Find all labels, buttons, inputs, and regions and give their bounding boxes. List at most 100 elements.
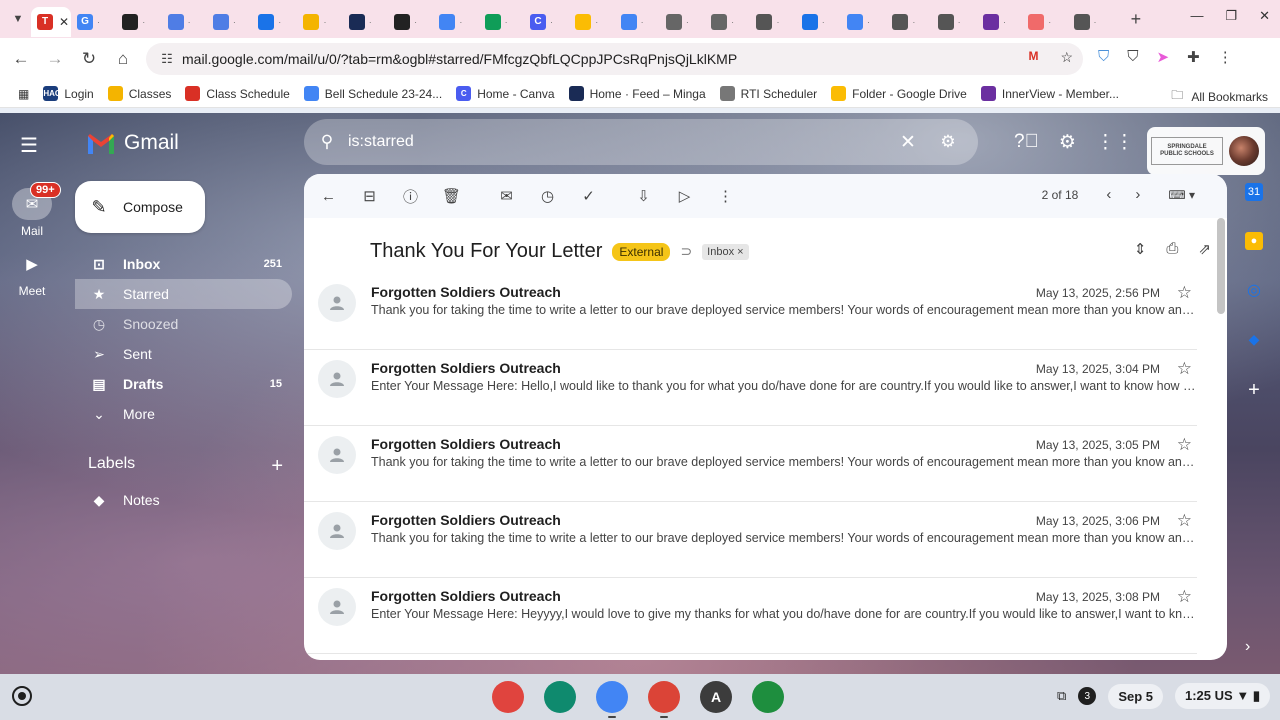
star-icon[interactable]: ☆ — [1177, 359, 1192, 379]
rti-tab[interactable]: · — [705, 7, 750, 37]
mark-unread-icon[interactable]: ✉ — [486, 187, 527, 205]
forward-icon[interactable]: → — [38, 49, 72, 69]
restore-icon[interactable]: ❐ — [1225, 8, 1237, 24]
keyboard-icon[interactable]: ⌨ ▾ — [1168, 188, 1195, 202]
star-icon[interactable]: ☆ — [1177, 587, 1192, 607]
web-tab-5[interactable]: · — [1068, 7, 1113, 37]
address-bar[interactable]: ☷ mail.google.com/mail/u/0/?tab=rm&ogbl#… — [146, 43, 1083, 75]
docs-tab-2[interactable]: · — [615, 7, 660, 37]
message-item[interactable]: Forgotten Soldiers Outreach May 13, 2025,… — [304, 350, 1197, 426]
bookmark-login[interactable]: HAC Login — [43, 86, 94, 101]
notification-count[interactable]: 3 — [1078, 687, 1097, 705]
tasks-icon[interactable]: ◎ — [1245, 281, 1263, 299]
vpn-extension-icon[interactable]: ⛉ — [1127, 48, 1138, 66]
bookmark-rti[interactable]: RTI Scheduler — [719, 86, 817, 101]
site-info-icon[interactable]: ☷ — [152, 51, 182, 67]
get-addons-icon[interactable]: + — [1236, 379, 1272, 402]
account-app-icon[interactable]: A — [700, 681, 732, 713]
remove-label-icon[interactable]: × — [737, 246, 743, 258]
new-tab-button[interactable]: + — [1123, 9, 1149, 30]
search-bar[interactable]: ⚲ ✕ ⚙ — [304, 119, 978, 165]
snooze-icon[interactable]: ◷ — [527, 187, 568, 205]
rail-mail[interactable]: ✉ 99+ Mail — [0, 182, 64, 238]
minimize-icon[interactable]: — — [1190, 8, 1203, 24]
reload-icon[interactable]: ↻ — [72, 49, 106, 69]
asana-tab[interactable]: · — [1022, 7, 1067, 37]
clear-search-icon[interactable]: ✕ — [888, 131, 928, 154]
shield-extension-icon[interactable]: ⛉ — [1098, 48, 1109, 66]
drive-tab[interactable]: · — [569, 7, 614, 37]
gmail-tab[interactable]: T ✕ — [31, 7, 71, 37]
pink-extension-icon[interactable]: ➤ — [1157, 48, 1170, 66]
search-input[interactable] — [348, 133, 888, 151]
docs-tab-3[interactable]: · — [841, 7, 886, 37]
home-icon[interactable]: ⌂ — [106, 49, 140, 69]
calculator-app-icon[interactable] — [752, 681, 784, 713]
scrollbar-thumb[interactable] — [1217, 218, 1225, 314]
web-tab-3[interactable]: · — [886, 7, 931, 37]
importance-marker-icon[interactable]: ⊃ — [680, 243, 692, 260]
contacts-tab-2[interactable]: · — [796, 7, 841, 37]
bookmark-canvas[interactable]: C Home - Canva — [456, 86, 555, 101]
docs-tab-1[interactable]: · — [433, 7, 478, 37]
classroom-tab-2[interactable]: · — [388, 7, 433, 37]
bookmark-drive[interactable]: Folder - Google Drive — [831, 86, 967, 101]
contacts-icon[interactable]: ◆ — [1245, 330, 1263, 348]
older-chevron-icon[interactable]: › — [1135, 186, 1140, 203]
back-icon[interactable]: ← — [4, 49, 38, 69]
menu-kebab-icon[interactable]: ⋮ — [1218, 48, 1233, 66]
message-item[interactable]: Forgotten Soldiers Outreach May 13, 2025,… — [304, 578, 1197, 654]
label-icon[interactable]: ▷ — [664, 187, 705, 205]
star-icon[interactable]: ☆ — [1177, 511, 1192, 531]
archive-icon[interactable]: ⊟ — [349, 187, 390, 205]
inbox-tag[interactable]: Inbox × — [702, 243, 749, 260]
nav-inbox[interactable]: ⊡ Inbox 251 — [75, 249, 292, 279]
message-item[interactable]: Forgotten Soldiers Outreach May 13, 2025,… — [304, 502, 1197, 578]
print-icon[interactable]: ⎙ — [1166, 240, 1178, 258]
bookmark-classes[interactable]: Classes — [107, 86, 171, 101]
google-apps-icon[interactable]: ⋮⋮ — [1096, 131, 1134, 154]
rail-meet[interactable]: ▶ Meet — [0, 248, 64, 298]
report-spam-icon[interactable]: ⓘ — [390, 186, 431, 207]
message-item[interactable]: Forgotten Soldiers Outreach May 13, 2025,… — [304, 274, 1197, 350]
nav-sent[interactable]: ➢ Sent — [75, 339, 292, 369]
tab-search-button[interactable]: ▼ — [5, 6, 31, 32]
slides-tab[interactable]: · — [297, 7, 342, 37]
keep-icon[interactable]: ● — [1245, 232, 1263, 250]
status-pill[interactable]: 1:25 US ▼ ▮ — [1175, 683, 1270, 709]
expand-all-icon[interactable]: ⇕ — [1134, 240, 1147, 258]
classroom-tab[interactable]: · — [116, 7, 161, 37]
screen-capture-icon[interactable]: ⧉ — [1057, 688, 1066, 704]
main-menu-icon[interactable]: ☰ — [20, 133, 44, 158]
move-to-icon[interactable]: ⇩ — [623, 187, 664, 205]
nav-snoozed[interactable]: ◷ Snoozed — [75, 309, 292, 339]
compose-button[interactable]: ✎ Compose — [75, 181, 205, 233]
art-app-icon[interactable] — [492, 681, 524, 713]
help-icon[interactable]: ?⃝ — [1014, 131, 1039, 154]
nav-more[interactable]: ⌄ More — [75, 399, 292, 429]
delete-icon[interactable]: 🗑 — [431, 187, 472, 205]
date-pill[interactable]: Sep 5 — [1108, 683, 1163, 709]
url-text[interactable]: mail.google.com/mail/u/0/?tab=rm&ogbl#st… — [182, 51, 737, 67]
message-item[interactable]: Forgotten Soldiers Outreach May 13, 2025,… — [304, 426, 1197, 502]
star-icon[interactable]: ☆ — [1177, 283, 1192, 303]
bookmark-star-icon[interactable]: ☆ — [1060, 49, 1073, 66]
all-bookmarks-button[interactable]: 🗀 All Bookmarks — [1171, 86, 1268, 107]
bookmark-bell-schedule[interactable]: Bell Schedule 23-24... — [303, 86, 442, 101]
minga-tab[interactable]: · — [343, 7, 388, 37]
profile-avatar[interactable] — [1229, 136, 1259, 166]
contacts-tab[interactable]: · — [252, 7, 297, 37]
docs-app-icon[interactable] — [596, 681, 628, 718]
innerview-tab[interactable]: · — [977, 7, 1022, 37]
sheets-tab[interactable]: · — [479, 7, 524, 37]
close-window-icon[interactable]: ✕ — [1259, 8, 1270, 24]
back-to-list-icon[interactable]: ← — [308, 188, 349, 205]
canvas-tab[interactable]: C · — [524, 7, 569, 37]
nav-drafts[interactable]: ▤ Drafts 15 — [75, 369, 292, 399]
web-tab-2[interactable]: · — [750, 7, 795, 37]
add-task-icon[interactable]: ✓ — [568, 187, 609, 205]
gmail-logo[interactable]: Gmail — [86, 131, 179, 155]
star-icon[interactable]: ☆ — [1177, 435, 1192, 455]
bookmark-class-schedule[interactable]: Class Schedule — [185, 86, 290, 101]
search-options-icon[interactable]: ⚙ — [928, 132, 968, 152]
